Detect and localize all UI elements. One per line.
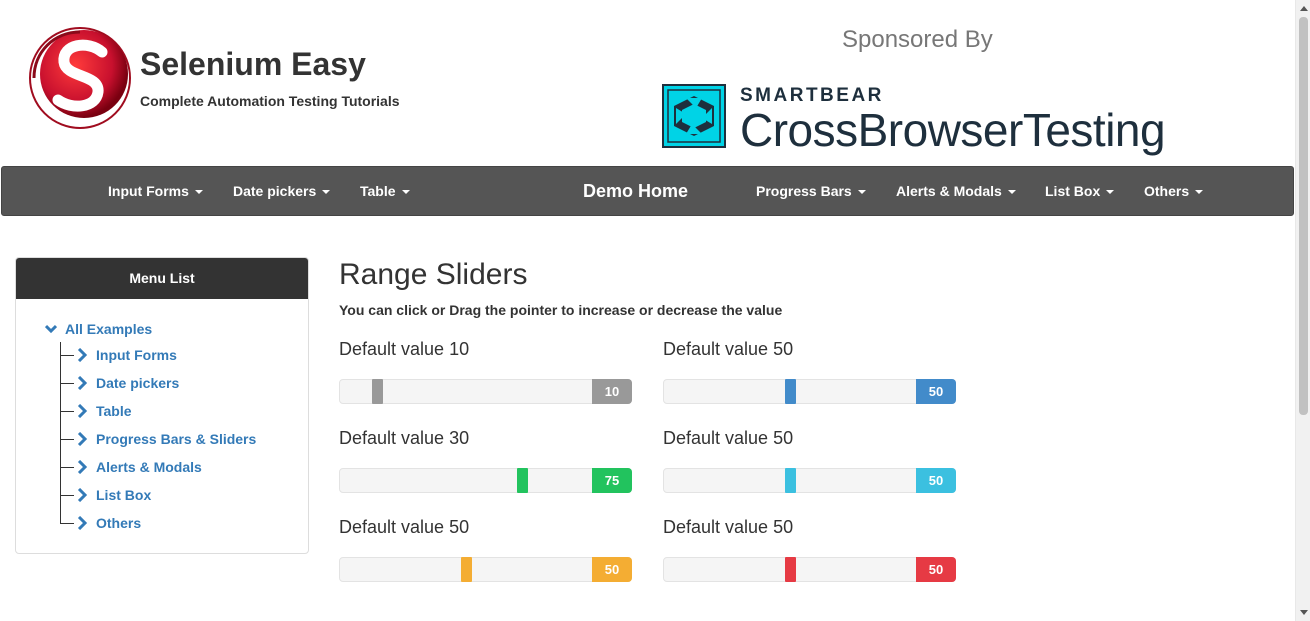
sidebar-item-label: Input Forms [96,347,177,363]
nav-label: Table [360,183,396,199]
caret-down-icon [1195,190,1204,195]
slider-output: 50 [916,379,956,404]
range-slider[interactable]: 50 [663,379,956,404]
tree-tick [60,410,74,412]
chevron-right-icon [77,432,88,446]
chevron-right-icon [77,404,88,418]
slider-output: 50 [916,468,956,493]
scroll-up-arrow-icon[interactable] [1300,6,1308,11]
caret-down-icon [1106,190,1115,195]
menu-list-panel: Menu List All Examples Input Forms Date … [15,257,309,554]
tree-tick [60,438,74,440]
nav-label: Progress Bars [756,183,852,199]
slider-thumb[interactable] [461,557,472,582]
slider-label: Default value 10 [339,339,470,359]
nav-label: Alerts & Modals [896,183,1002,199]
crossbrowsertesting-logo-icon [662,84,726,148]
slider-label: Default value 30 [339,428,470,448]
page-scrollbar[interactable] [1295,0,1310,621]
nav-label: Input Forms [108,183,189,199]
nav-date-pickers[interactable]: Date pickers [233,167,331,215]
sidebar-item-label: Table [96,403,132,419]
slider-output: 75 [592,468,632,493]
slider-label: Default value 50 [663,339,794,359]
caret-down-icon [194,190,203,195]
nav-progress-bars[interactable]: Progress Bars [756,167,866,215]
slider-thumb[interactable] [785,557,796,582]
nav-label: Others [1144,183,1190,199]
caret-down-icon [322,190,331,195]
tree-tick [60,354,74,356]
nav-table[interactable]: Table [360,167,410,215]
selenium-easy-logo-icon [29,27,131,129]
nav-others[interactable]: Others [1144,167,1204,215]
slider-output: 50 [916,557,956,582]
brand-title: Selenium Easy [140,46,366,83]
sidebar-item-alerts-modals[interactable]: Alerts & Modals [60,457,202,477]
chevron-right-icon [77,376,88,390]
tree-tick [60,382,74,384]
sidebar-item-label: Alerts & Modals [96,459,202,475]
sidebar-item-input-forms[interactable]: Input Forms [60,345,177,365]
tree-tick [60,466,74,468]
chevron-right-icon [77,348,88,362]
slider-thumb[interactable] [785,468,796,493]
sidebar-item-others[interactable]: Others [60,513,141,533]
sidebar-item-label: List Box [96,487,152,503]
slider-thumb[interactable] [372,379,383,404]
nav-label: Date pickers [233,183,317,199]
sponsor-big-text: CrossBrowserTesting [740,104,1166,156]
slider-thumb[interactable] [785,379,796,404]
sidebar-item-label: Date pickers [96,375,180,391]
range-slider[interactable]: 75 [339,468,632,493]
nav-demo-home[interactable]: Demo Home [583,167,688,215]
sponsor-logo[interactable]: SMARTBEAR CrossBrowserTesting [662,84,1166,156]
nav-list-box[interactable]: List Box [1045,167,1115,215]
slider-thumb[interactable] [517,468,528,493]
sponsor-small-text: SMARTBEAR [740,85,884,106]
chevron-right-icon [77,516,88,530]
slider-output: 50 [592,557,632,582]
tree-root-all-examples[interactable]: All Examples [44,321,153,337]
page-description: You can click or Drag the pointer to inc… [339,302,783,318]
nav-alerts-modals[interactable]: Alerts & Modals [896,167,1016,215]
tree-root-label: All Examples [65,321,153,337]
scroll-down-arrow-icon[interactable] [1300,610,1308,615]
page-title: Range Sliders [339,258,528,291]
slider-label: Default value 50 [339,517,470,537]
caret-down-icon [401,190,410,195]
range-slider[interactable]: 50 [663,468,956,493]
chevron-right-icon [77,488,88,502]
sidebar-item-date-pickers[interactable]: Date pickers [60,373,179,393]
chevron-right-icon [77,460,88,474]
sponsor-label: Sponsored By [842,26,993,53]
caret-down-icon [857,190,866,195]
menu-list-title: Menu List [16,258,308,299]
chevron-down-icon [44,324,58,334]
brand-logo-area[interactable]: Selenium Easy Complete Automation Testin… [28,26,400,130]
range-slider[interactable]: 50 [663,557,956,582]
sidebar-item-list-box[interactable]: List Box [60,485,151,505]
main-navbar: Input Forms Date pickers Table Demo Home… [1,166,1294,216]
nav-input-forms[interactable]: Input Forms [108,167,203,215]
caret-down-icon [1007,190,1016,195]
nav-label: List Box [1045,183,1101,199]
tree-tick [60,494,74,496]
sidebar-item-label: Others [96,515,142,531]
slider-output: 10 [592,379,632,404]
brand-subtitle: Complete Automation Testing Tutorials [140,92,400,109]
sidebar-item-progress-bars-sliders[interactable]: Progress Bars & Sliders [60,429,256,449]
nav-label: Demo Home [583,181,689,201]
sidebar-item-label: Progress Bars & Sliders [96,431,257,447]
slider-label: Default value 50 [663,428,794,448]
slider-label: Default value 50 [663,517,794,537]
range-slider[interactable]: 10 [339,379,632,404]
tree-tick [60,522,74,524]
sidebar-item-table[interactable]: Table [60,401,132,421]
scrollbar-thumb[interactable] [1299,17,1308,415]
range-slider[interactable]: 50 [339,557,632,582]
